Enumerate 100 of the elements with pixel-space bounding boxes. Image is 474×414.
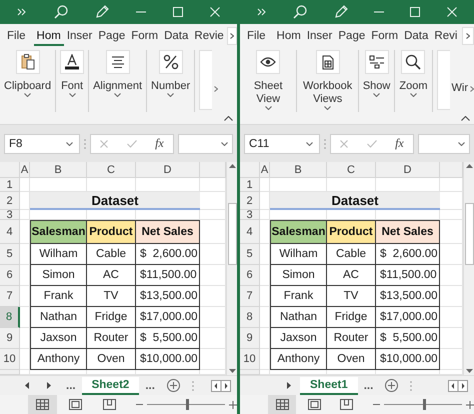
row-header[interactable]: 2 xyxy=(0,192,20,210)
vertical-scrollbar[interactable] xyxy=(463,162,474,375)
ribbon-tab[interactable]: Inser xyxy=(64,26,96,46)
scroll-down-icon[interactable] xyxy=(228,369,236,373)
row-header[interactable]: 5 xyxy=(240,244,260,265)
empty-cell[interactable] xyxy=(260,286,270,307)
empty-cell[interactable] xyxy=(20,328,30,349)
ribbon-tab[interactable]: Hom xyxy=(34,26,64,46)
group-label[interactable]: Show xyxy=(362,80,390,93)
chevron-right-icon[interactable] xyxy=(470,86,474,92)
empty-cell[interactable] xyxy=(260,307,270,328)
close-icon[interactable] xyxy=(210,7,220,17)
empty-cell[interactable] xyxy=(200,265,226,286)
more-sheets-button[interactable]: ... xyxy=(139,380,161,392)
empty-cell[interactable] xyxy=(20,286,30,307)
pen-icon[interactable] xyxy=(334,5,348,19)
column-header[interactable]: B xyxy=(30,162,87,178)
group-label[interactable]: Sheet View xyxy=(244,80,292,106)
vertical-scrollbar[interactable] xyxy=(226,162,237,375)
check-icon[interactable] xyxy=(366,140,377,148)
column-header[interactable]: B xyxy=(270,162,327,178)
column-header[interactable]: A xyxy=(260,162,270,178)
row-header[interactable]: 9 xyxy=(240,328,260,349)
empty-cell[interactable] xyxy=(200,307,226,328)
insert-function-button[interactable]: fx xyxy=(155,136,164,151)
add-sheet-icon[interactable] xyxy=(385,379,398,392)
slider-thumb[interactable] xyxy=(422,399,426,410)
ribbon-button[interactable] xyxy=(158,50,183,74)
group-label[interactable]: Zoom xyxy=(399,80,428,93)
ribbon-button[interactable] xyxy=(401,50,426,74)
ribbon-tab[interactable]: Data xyxy=(401,26,432,46)
empty-cell[interactable] xyxy=(20,307,30,328)
ribbon-tab[interactable]: Inser xyxy=(304,26,336,46)
scroll-right-button[interactable] xyxy=(226,27,237,45)
row-header[interactable]: 3 xyxy=(240,210,260,220)
empty-cell[interactable] xyxy=(440,265,463,286)
zoom-in-icon[interactable] xyxy=(228,400,237,408)
close-icon[interactable] xyxy=(446,7,457,17)
name-box[interactable]: F8 xyxy=(4,134,80,154)
group-label[interactable]: Font xyxy=(61,80,84,93)
scroll-down-icon[interactable] xyxy=(466,369,472,373)
row-header[interactable]: 2 xyxy=(240,192,260,210)
collapse-ribbon-icon[interactable] xyxy=(224,116,233,121)
ribbon-button[interactable] xyxy=(364,50,389,74)
collapse-ribbon-icon[interactable] xyxy=(461,116,470,121)
add-sheet-icon[interactable] xyxy=(166,379,180,392)
ribbon-tab[interactable]: Page xyxy=(335,26,368,46)
row-header[interactable] xyxy=(0,370,20,375)
ribbon-tab[interactable]: Page xyxy=(95,26,128,46)
empty-cell[interactable] xyxy=(200,244,226,265)
row-header[interactable]: 8 xyxy=(0,307,20,328)
row-header[interactable]: 6 xyxy=(240,265,260,286)
ribbon-tab[interactable]: Revi xyxy=(431,26,460,46)
next-sheet-icon[interactable] xyxy=(287,382,291,389)
row-header[interactable]: 4 xyxy=(240,220,260,244)
more-sheets-button[interactable]: ... xyxy=(60,380,82,392)
ribbon-tab[interactable]: Revie xyxy=(191,26,227,46)
check-icon[interactable] xyxy=(126,140,137,148)
empty-cell[interactable] xyxy=(440,244,463,265)
slider-thumb[interactable] xyxy=(186,399,189,410)
group-label[interactable]: Wir xyxy=(452,82,468,94)
horizontal-scroll-icon[interactable] xyxy=(211,380,231,392)
empty-cell[interactable] xyxy=(440,210,463,220)
ribbon-tab[interactable]: Data xyxy=(161,26,192,46)
search-icon[interactable] xyxy=(54,5,68,19)
select-all-button[interactable] xyxy=(0,162,20,178)
select-all-button[interactable] xyxy=(240,162,260,178)
row-header[interactable]: 3 xyxy=(0,210,20,220)
empty-cell[interactable] xyxy=(440,178,463,192)
maximize-icon[interactable] xyxy=(172,7,183,17)
empty-cell[interactable] xyxy=(440,349,463,370)
column-header[interactable]: D xyxy=(376,162,440,178)
formula-field[interactable] xyxy=(418,134,470,154)
column-header[interactable]: D xyxy=(136,162,200,178)
ribbon-tab[interactable]: Form xyxy=(368,26,402,46)
row-header[interactable]: 4 xyxy=(0,220,20,244)
view-button[interactable] xyxy=(268,395,296,414)
ribbon-button[interactable] xyxy=(16,50,40,74)
empty-cell[interactable] xyxy=(20,349,30,370)
more-commands-icon[interactable] xyxy=(257,8,268,16)
scroll-up-icon[interactable] xyxy=(466,164,472,168)
horizontal-scroll-icon[interactable] xyxy=(448,380,468,392)
column-header[interactable]: C xyxy=(87,162,136,178)
zoom-in-icon[interactable] xyxy=(466,400,474,408)
empty-cell[interactable] xyxy=(20,265,30,286)
row-header[interactable]: 1 xyxy=(240,178,260,192)
ribbon-tab[interactable]: Form xyxy=(128,26,162,46)
chevron-right-icon[interactable] xyxy=(214,86,218,92)
sheet-tab[interactable]: Sheet2 xyxy=(82,376,140,394)
empty-cell[interactable] xyxy=(200,286,226,307)
cancel-icon[interactable] xyxy=(100,140,108,148)
row-header[interactable]: 7 xyxy=(0,286,20,307)
view-button[interactable] xyxy=(28,395,58,414)
empty-cell[interactable] xyxy=(260,244,270,265)
minimize-icon[interactable] xyxy=(136,11,146,13)
empty-cell[interactable] xyxy=(200,328,226,349)
column-header[interactable]: A xyxy=(20,162,30,178)
next-sheet-icon[interactable] xyxy=(47,382,51,389)
ribbon-tab[interactable]: File xyxy=(244,26,269,46)
ribbon-tab[interactable]: Hom xyxy=(274,26,304,46)
